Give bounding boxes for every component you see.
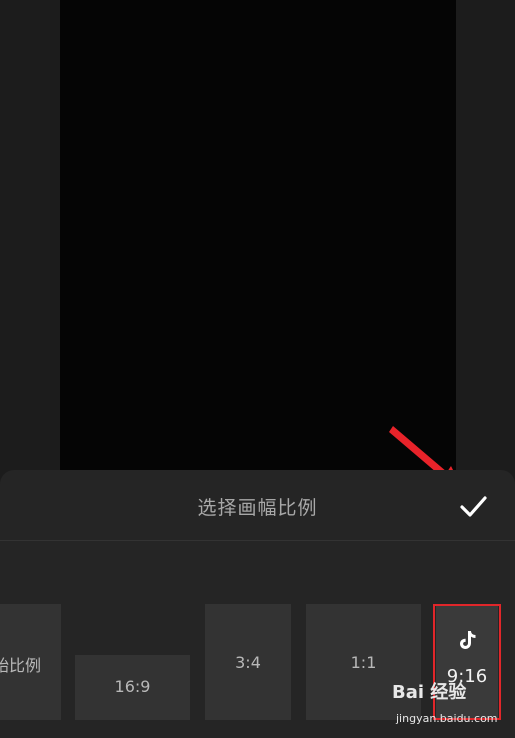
- panel-divider: [0, 540, 515, 541]
- ratio-option-original[interactable]: 始比例: [0, 604, 61, 720]
- checkmark-icon: [460, 496, 487, 517]
- panel-title: 选择画幅比例: [197, 497, 318, 519]
- confirm-button[interactable]: [452, 487, 494, 525]
- tiktok-icon: [460, 631, 476, 649]
- video-preview-area: [0, 0, 515, 470]
- video-canvas: [60, 0, 456, 470]
- watermark-url: jingyan.baidu.com: [396, 712, 498, 725]
- panel-header: 选择画幅比例: [0, 470, 515, 540]
- watermark: Bai 经验 jingyan.baidu.com: [392, 676, 512, 732]
- ratio-label: 1:1: [350, 653, 377, 672]
- ratio-label: 16:9: [114, 677, 151, 696]
- ratio-label: 3:4: [235, 653, 261, 672]
- ratio-option-3-4[interactable]: 3:4: [205, 604, 291, 720]
- ratio-option-16-9[interactable]: 16:9: [75, 655, 190, 720]
- watermark-text: Bai 经验: [392, 682, 467, 703]
- ratio-label: 始比例: [0, 656, 41, 675]
